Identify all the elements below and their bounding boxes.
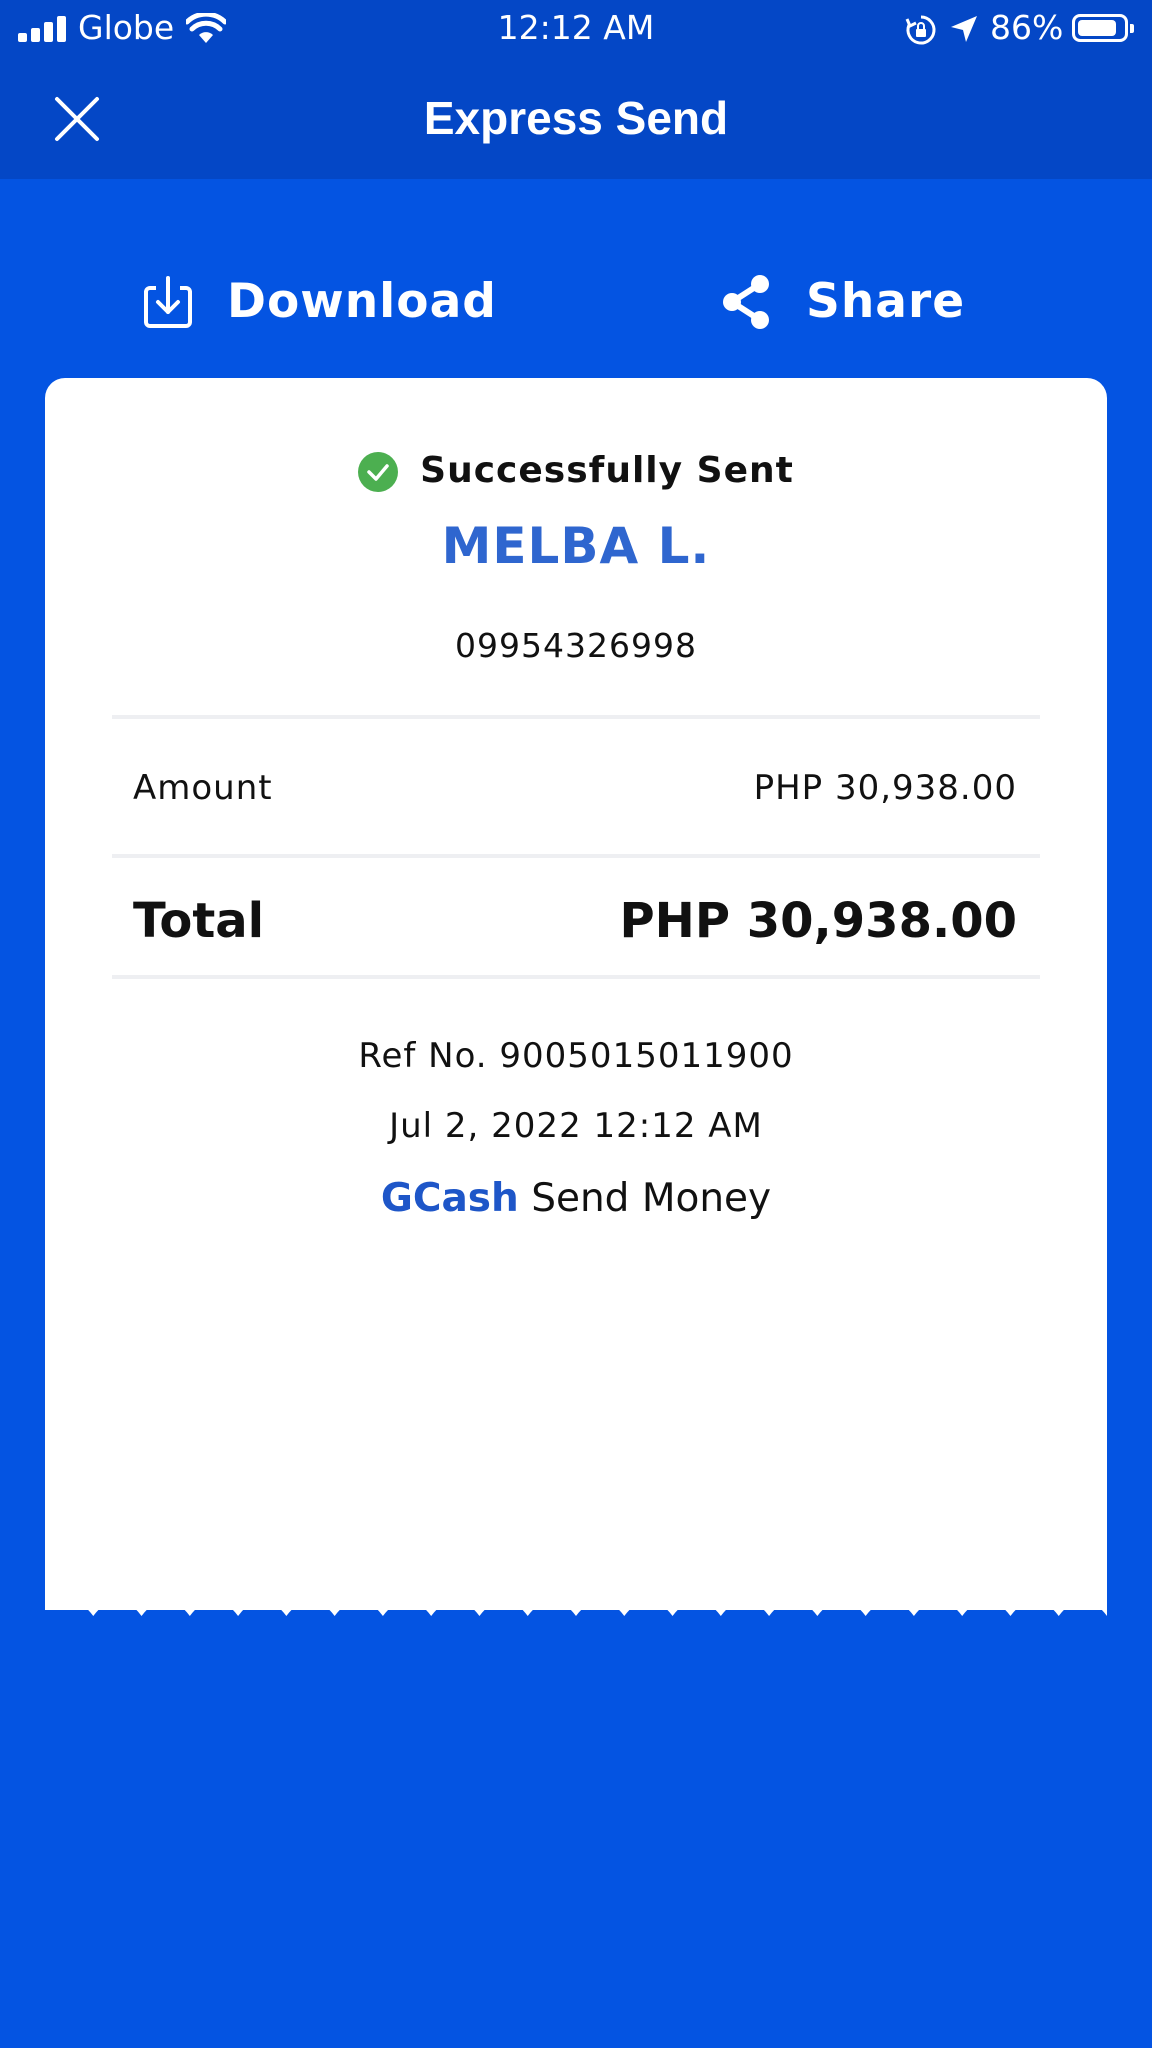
- page-title: Express Send: [423, 92, 729, 144]
- recipient-number: 09954326998: [455, 626, 697, 665]
- transaction-datetime: Jul 2, 2022 12:12 AM: [389, 1106, 763, 1146]
- battery-percent: 86%: [990, 8, 1064, 47]
- receipt-torn-edge: [45, 1596, 1107, 1616]
- share-label: Share: [806, 274, 966, 329]
- divider: [112, 715, 1040, 719]
- location-arrow-icon: [951, 16, 977, 42]
- share-icon: [723, 275, 769, 329]
- amount-value: PHP 30,938.00: [753, 768, 1017, 808]
- amount-label: Amount: [133, 768, 273, 808]
- success-text: Successfully Sent: [420, 450, 794, 491]
- battery-icon: [1072, 14, 1134, 42]
- total-value: PHP 30,938.00: [619, 893, 1018, 949]
- status-bar: Globe 12:12 AM 86%: [0, 0, 1152, 58]
- success-status: Successfully Sent: [45, 446, 1107, 496]
- rotation-lock-icon: [905, 15, 936, 45]
- download-button[interactable]: Download: [142, 268, 496, 334]
- receipt-card: Successfully Sent MELBA L. 09954326998 A…: [45, 378, 1107, 1610]
- top-bar: Globe 12:12 AM 86% Express Send: [0, 0, 1152, 179]
- service-line: GCash Send Money: [45, 1174, 1107, 1224]
- download-icon: [144, 276, 192, 328]
- divider: [112, 975, 1040, 979]
- download-label: Download: [227, 274, 497, 329]
- total-label: Total: [133, 893, 265, 949]
- service-name: Send Money: [531, 1176, 772, 1221]
- check-circle-icon: [358, 452, 399, 492]
- share-button[interactable]: Share: [718, 268, 978, 334]
- recipient-name: MELBA L.: [441, 517, 711, 575]
- reference-number: Ref No. 9005015011900: [358, 1036, 794, 1076]
- brand-name: GCash: [380, 1176, 519, 1221]
- divider: [112, 854, 1040, 858]
